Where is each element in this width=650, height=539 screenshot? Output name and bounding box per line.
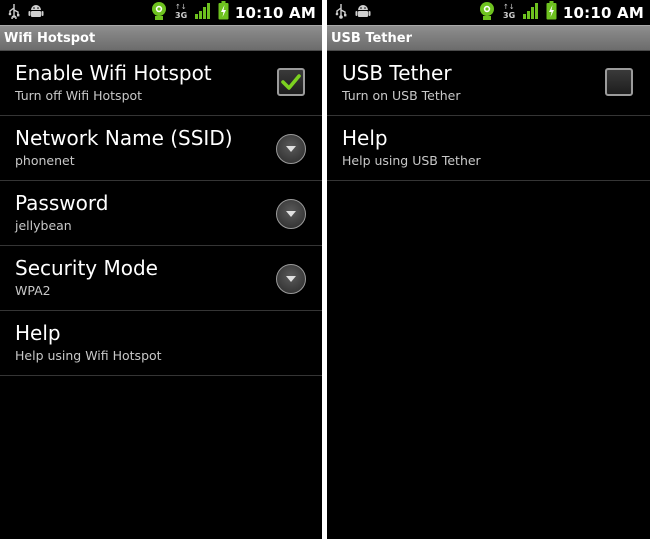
setting-security-mode[interactable]: Security Mode WPA2: [0, 246, 322, 311]
setting-summary: WPA2: [15, 283, 51, 298]
enable-wifi-hotspot-checkbox[interactable]: [277, 68, 305, 96]
page-title: Wifi Hotspot: [0, 25, 322, 51]
android-debug-icon: [28, 3, 44, 23]
setting-usb-tether[interactable]: USB Tether Turn on USB Tether: [327, 51, 650, 116]
usb-tether-screen: ↑↓ 3G 10:10 AM USB Tether USB Tether Turn…: [327, 0, 650, 539]
network-3g-icon: ↑↓ 3G: [174, 2, 188, 24]
battery-charging-icon: [218, 1, 229, 24]
svg-text:↑↓: ↑↓: [503, 3, 515, 11]
setting-help[interactable]: Help Help using USB Tether: [327, 116, 650, 181]
setting-summary: Turn off Wifi Hotspot: [15, 88, 143, 103]
status-bar: ↑↓ 3G 10:10 AM: [327, 0, 650, 25]
setting-title: Help: [15, 321, 61, 345]
battery-charging-icon: [546, 1, 557, 24]
page-title: USB Tether: [327, 25, 650, 51]
hotspot-active-icon: [150, 1, 168, 25]
password-dropdown-button[interactable]: [276, 199, 306, 229]
network-name-dropdown-button[interactable]: [276, 134, 306, 164]
security-mode-dropdown-button[interactable]: [276, 264, 306, 294]
setting-summary: Turn on USB Tether: [342, 88, 461, 103]
usb-tether-checkbox[interactable]: [605, 68, 633, 96]
setting-network-name[interactable]: Network Name (SSID) phonenet: [0, 116, 322, 181]
svg-text:3G: 3G: [503, 11, 515, 20]
setting-enable-wifi-hotspot[interactable]: Enable Wifi Hotspot Turn off Wifi Hotspo…: [0, 51, 322, 116]
signal-strength-icon: [194, 2, 212, 24]
setting-summary: Help using USB Tether: [342, 153, 481, 168]
setting-summary: phonenet: [15, 153, 75, 168]
setting-title: Network Name (SSID): [15, 126, 233, 150]
network-3g-icon: ↑↓ 3G: [502, 2, 516, 24]
setting-summary: Help using Wifi Hotspot: [15, 348, 162, 363]
usb-icon: [8, 3, 20, 23]
signal-strength-icon: [522, 2, 540, 24]
setting-title: Password: [15, 191, 109, 215]
chevron-down-icon: [286, 211, 296, 217]
chevron-down-icon: [286, 146, 296, 152]
status-time: 10:10 AM: [234, 3, 316, 22]
hotspot-active-icon: [478, 1, 496, 25]
chevron-down-icon: [286, 276, 296, 282]
checkmark-icon: [281, 74, 301, 90]
android-debug-icon: [355, 3, 371, 23]
svg-text:3G: 3G: [175, 11, 187, 20]
setting-password[interactable]: Password jellybean: [0, 181, 322, 246]
setting-title: USB Tether: [342, 61, 452, 85]
setting-title: Help: [342, 126, 388, 150]
wifi-hotspot-screen: ↑↓ 3G 10:10 AM Wifi Hotspot Enable Wifi H…: [0, 0, 322, 539]
setting-title: Security Mode: [15, 256, 158, 280]
usb-icon: [335, 3, 347, 23]
setting-help[interactable]: Help Help using Wifi Hotspot: [0, 311, 322, 376]
setting-title: Enable Wifi Hotspot: [15, 61, 212, 85]
setting-summary: jellybean: [15, 218, 72, 233]
svg-text:↑↓: ↑↓: [175, 3, 187, 11]
status-bar: ↑↓ 3G 10:10 AM: [0, 0, 322, 25]
status-time: 10:10 AM: [562, 3, 644, 22]
